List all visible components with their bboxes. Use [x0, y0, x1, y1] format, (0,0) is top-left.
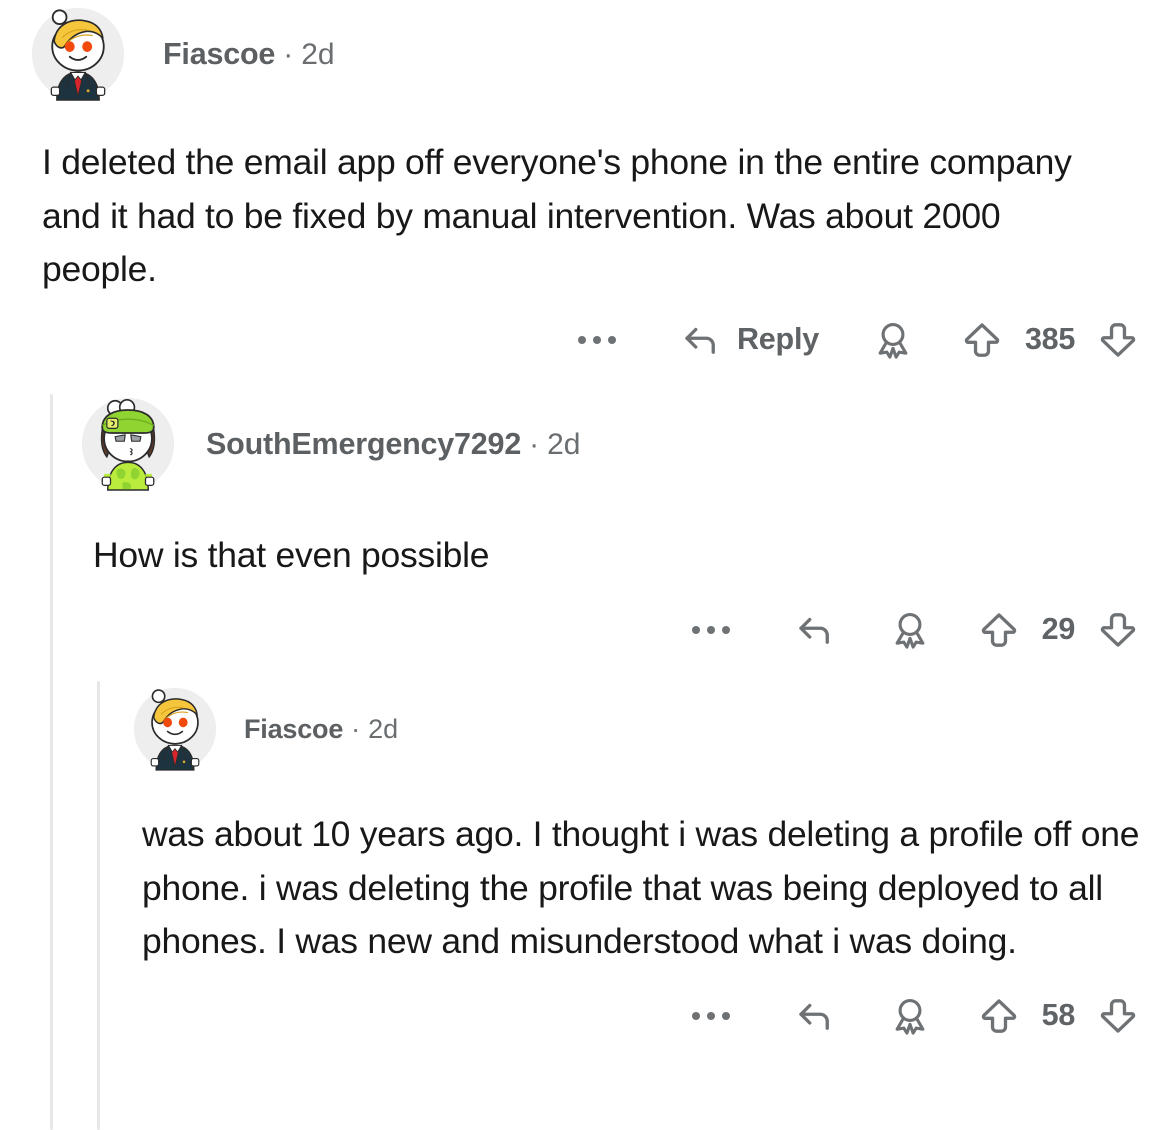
comment-item-1: SouthEmergency7292 · 2d How is that even…: [82, 398, 1142, 652]
reply-button[interactable]: [794, 995, 836, 1037]
comment-body-text: How is that even possible: [93, 535, 490, 575]
reply-button[interactable]: [794, 609, 836, 651]
downvote-arrow-icon: [1100, 612, 1136, 647]
avatar-southemergency7292[interactable]: [82, 398, 174, 491]
vote-count: 58: [1041, 998, 1076, 1032]
comment-header-0: Fiascoe · 2d: [32, 8, 1142, 101]
award-button[interactable]: [888, 994, 932, 1038]
downvote-button[interactable]: [1097, 995, 1139, 1037]
meta-separator: ·: [529, 427, 540, 461]
comment-username[interactable]: Fiascoe: [163, 37, 275, 72]
meta-separator: ·: [283, 37, 294, 71]
comment-timestamp: 2d: [301, 37, 335, 71]
upvote-button[interactable]: [978, 995, 1020, 1037]
reply-arrow-icon: [799, 617, 829, 644]
reply-arrow-icon: [799, 1003, 829, 1030]
upvote-arrow-icon: [981, 998, 1016, 1033]
vote-count: 29: [1041, 612, 1076, 646]
upvote-button[interactable]: [978, 609, 1020, 651]
comment-item-2: Fiascoe · 2d was about 10 years ago. I t…: [134, 688, 1142, 1038]
award-button[interactable]: [871, 318, 915, 362]
avatar-fiascoe[interactable]: [134, 688, 216, 771]
snoo-suit-icon: [32, 8, 124, 101]
comment-username[interactable]: Fiascoe: [244, 714, 343, 745]
comment-header-1: SouthEmergency7292 · 2d: [82, 398, 1142, 491]
comment-meta-1: SouthEmergency7292 · 2d: [206, 427, 580, 462]
upvote-arrow-icon: [964, 322, 1000, 357]
thread-line-level-1[interactable]: [50, 394, 53, 1130]
comment-meta-0: Fiascoe · 2d: [163, 37, 335, 72]
award-medal-icon: [895, 612, 925, 649]
award-button[interactable]: [888, 608, 932, 652]
downvote-button[interactable]: [1097, 319, 1139, 361]
comment-timestamp: 2d: [547, 427, 581, 461]
comment-thread: Fiascoe · 2d I deleted the email app off…: [0, 0, 1170, 1130]
overflow-dots-icon[interactable]: [691, 625, 730, 634]
comment-body-text: was about 10 years ago. I thought i was …: [142, 814, 1140, 961]
comment-meta-2: Fiascoe · 2d: [244, 714, 398, 745]
snoo-suit-icon: [134, 688, 216, 771]
thread-line-level-2[interactable]: [97, 681, 100, 1130]
upvote-button[interactable]: [961, 319, 1003, 361]
downvote-arrow-icon: [1100, 998, 1136, 1033]
reply-label: Reply: [736, 322, 819, 356]
overflow-dots-icon[interactable]: [691, 1011, 730, 1020]
overflow-dots-icon[interactable]: [577, 335, 616, 344]
comment-item-0: Fiascoe · 2d I deleted the email app off…: [32, 8, 1142, 362]
avatar-fiascoe[interactable]: [32, 8, 124, 101]
upvote-arrow-icon: [981, 612, 1016, 647]
comment-body-text: I deleted the email app off everyone's p…: [42, 142, 1072, 289]
award-medal-icon: [878, 322, 908, 359]
reply-arrow-icon: [685, 327, 715, 354]
snoo-visor-icon: [82, 398, 174, 491]
comment-header-2: Fiascoe · 2d: [134, 688, 1142, 771]
award-medal-icon: [895, 998, 925, 1035]
vote-count: 385: [1025, 322, 1075, 356]
reply-button[interactable]: Reply: [680, 319, 819, 361]
downvote-button[interactable]: [1097, 609, 1139, 651]
downvote-arrow-icon: [1100, 322, 1136, 357]
comment-actions-2: 58: [134, 994, 1142, 1038]
comment-timestamp: 2d: [368, 713, 399, 744]
meta-separator: ·: [351, 713, 361, 744]
comment-actions-0: Reply 385: [32, 318, 1142, 362]
comment-actions-1: 29: [82, 608, 1142, 652]
comment-username[interactable]: SouthEmergency7292: [206, 427, 521, 462]
